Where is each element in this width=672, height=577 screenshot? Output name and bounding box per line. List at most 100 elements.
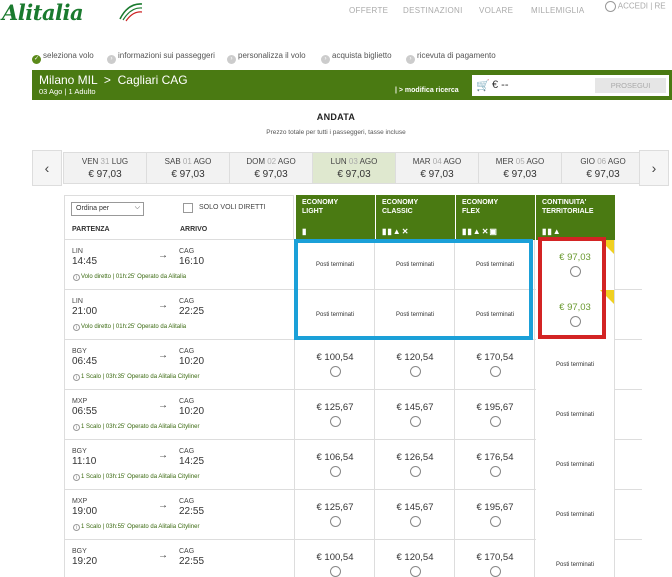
- info-icon: i: [73, 474, 80, 481]
- flight-details-link[interactable]: i1 Scalo | 03h:25' Operato da Alitalia C…: [73, 424, 199, 431]
- date-tab[interactable]: VEN 31 LUG € 97,03: [63, 152, 147, 184]
- departure-time: 21:00: [72, 306, 98, 317]
- flight-details-link[interactable]: i Volo diretto | 01h:25' Operato da Alita…: [73, 324, 186, 331]
- fare-cell-light[interactable]: € 106,54: [296, 440, 375, 490]
- sold-out-label: Posti terminati: [555, 462, 594, 468]
- fare-cell-cont-sold-out: Posti terminati: [536, 390, 615, 440]
- fare-radio[interactable]: [489, 516, 501, 527]
- fare-header-economy-light: ECONOMY LIGHT ▮: [296, 195, 375, 240]
- fare-cell-cont[interactable]: € 97,03: [536, 290, 615, 340]
- fare-radio[interactable]: [329, 416, 341, 427]
- alitalia-logo[interactable]: Alitalia: [2, 0, 84, 25]
- departure-time: 11:10: [72, 456, 97, 467]
- fare-radio[interactable]: [329, 366, 341, 377]
- fare-cell-flex[interactable]: € 195,67: [456, 490, 535, 540]
- fare-cell-flex-sold-out: Posti terminati: [456, 240, 535, 290]
- arrow-right-icon: →: [158, 450, 168, 461]
- departure-time: 14:45: [72, 256, 98, 267]
- step-dot-icon: ›: [406, 55, 415, 64]
- fare-cell-flex[interactable]: € 170,54: [456, 340, 535, 390]
- date-tab[interactable]: MAR 04 AGO € 97,03: [395, 152, 479, 184]
- flight-details-link[interactable]: i1 Scalo | 03h:55' Operato da Alitalia C…: [73, 524, 199, 531]
- fare-cell-flex[interactable]: € 176,54: [456, 440, 535, 490]
- departure-code: MXP: [72, 498, 88, 505]
- sort-select[interactable]: Ordina per ⌵: [71, 202, 144, 216]
- date-tab[interactable]: MER 05 AGO € 97,03: [478, 152, 562, 184]
- fare-radio[interactable]: [409, 566, 421, 577]
- fare-cell-classic[interactable]: € 145,67: [376, 490, 455, 540]
- fare-cell-cont[interactable]: € 97,03: [536, 240, 615, 290]
- fare-cell-light[interactable]: € 125,67: [296, 490, 375, 540]
- departure-time: 19:00: [72, 506, 98, 517]
- departure-code: BGY: [72, 448, 87, 455]
- sold-out-label: Posti terminati: [395, 262, 434, 268]
- fare-cell-flex[interactable]: € 195,67: [456, 390, 535, 440]
- fare-radio[interactable]: [489, 466, 501, 477]
- step-check-icon: ✓: [32, 55, 41, 64]
- fare-radio[interactable]: [409, 366, 421, 377]
- fare-radio[interactable]: [489, 416, 501, 427]
- col-departure: PARTENZA: [72, 226, 110, 233]
- nav-destinazioni[interactable]: DESTINAZIONI: [403, 6, 463, 15]
- fare-cell-flex[interactable]: € 170,54: [456, 540, 535, 577]
- fare-radio[interactable]: [409, 416, 421, 427]
- date-tab[interactable]: GIO 06 AGO € 97,03: [561, 152, 645, 184]
- prev-dates-chevron-left-icon[interactable]: ‹: [32, 150, 62, 186]
- direct-only-checkbox[interactable]: [183, 203, 193, 213]
- fare-radio[interactable]: [409, 516, 421, 527]
- fare-cell-classic[interactable]: € 120,54: [376, 340, 455, 390]
- fare-cell-light[interactable]: € 100,54: [296, 540, 375, 577]
- fare-radio[interactable]: [489, 366, 501, 377]
- flight-details-link[interactable]: i1 Scalo | 03h:15' Operato da Alitalia C…: [73, 474, 199, 481]
- fare-radio[interactable]: [329, 466, 341, 477]
- fare-cell-classic[interactable]: € 145,67: [376, 390, 455, 440]
- flight-info: BGY 19:20 → CAG 22:55: [65, 540, 295, 577]
- nav-millemiglia[interactable]: MILLEMIGLIA: [531, 6, 585, 15]
- table-row: MXP 06:55 → CAG 10:20 i 1 Scalo | 03h:25' Oper…: [64, 390, 642, 440]
- cart-price: € --: [492, 79, 509, 91]
- fare-price: € 195,67: [476, 402, 514, 413]
- next-dates-chevron-right-icon[interactable]: ›: [639, 150, 669, 186]
- fare-cell-light[interactable]: € 125,67: [296, 390, 375, 440]
- info-icon: i: [73, 524, 80, 531]
- fare-price: € 170,54: [476, 352, 514, 363]
- fare-cell-cont-sold-out: Posti terminati: [536, 490, 615, 540]
- sold-out-label: Posti terminati: [315, 312, 354, 318]
- account-link[interactable]: ACCEDI | RE: [605, 1, 666, 12]
- departure-time: 19:20: [72, 556, 98, 567]
- fare-cell-classic[interactable]: € 120,54: [376, 540, 455, 577]
- arrival-code: CAG: [179, 498, 195, 505]
- step-dot-icon: ›: [107, 55, 116, 64]
- flight-details-link[interactable]: i1 Scalo | 03h:35' Operato da Alitalia C…: [73, 374, 199, 381]
- fare-radio[interactable]: [329, 566, 341, 577]
- arrival-code: CAG: [179, 398, 195, 405]
- departure-time: 06:55: [72, 406, 98, 417]
- continue-button[interactable]: PROSEGUI: [595, 78, 666, 93]
- nav-offerte[interactable]: OFFERTE: [349, 6, 388, 15]
- arrival-time: 10:20: [179, 406, 205, 417]
- fare-price: € 100,54: [316, 352, 354, 363]
- date-tab[interactable]: SAB 01 AGO € 97,03: [146, 152, 230, 184]
- arrival-code: CAG: [179, 548, 195, 555]
- modify-search-link[interactable]: | > modifica ricerca: [395, 87, 459, 94]
- fare-radio[interactable]: [409, 466, 421, 477]
- fare-cell-light[interactable]: € 100,54: [296, 340, 375, 390]
- nav-volare[interactable]: VOLARE: [479, 6, 513, 15]
- flight-info: MXP 06:55 → CAG 10:20 i 1 Scalo | 03h:25' Oper…: [65, 390, 295, 440]
- page-title: ANDATA: [316, 112, 356, 122]
- sold-out-label: Posti terminati: [555, 412, 594, 418]
- fare-cell-light-sold-out: Posti terminati: [296, 290, 375, 340]
- date-tab[interactable]: DOM 02 AGO € 97,03: [229, 152, 313, 184]
- fare-radio[interactable]: [489, 566, 501, 577]
- fare-price: € 125,67: [316, 402, 354, 413]
- fare-radio[interactable]: [569, 266, 581, 277]
- arrow-right-icon: →: [158, 250, 168, 261]
- departure-code: BGY: [72, 548, 87, 555]
- sold-out-label: Posti terminati: [395, 312, 434, 318]
- fare-radio[interactable]: [569, 316, 581, 327]
- flight-details-link[interactable]: i Volo diretto | 01h:25' Operato da Alita…: [73, 274, 186, 281]
- date-tab-selected[interactable]: LUN 03 AGO € 97,03: [312, 152, 396, 184]
- fare-cell-classic[interactable]: € 126,54: [376, 440, 455, 490]
- fare-radio[interactable]: [329, 516, 341, 527]
- direct-only-label: SOLO VOLI DIRETTI: [199, 204, 266, 211]
